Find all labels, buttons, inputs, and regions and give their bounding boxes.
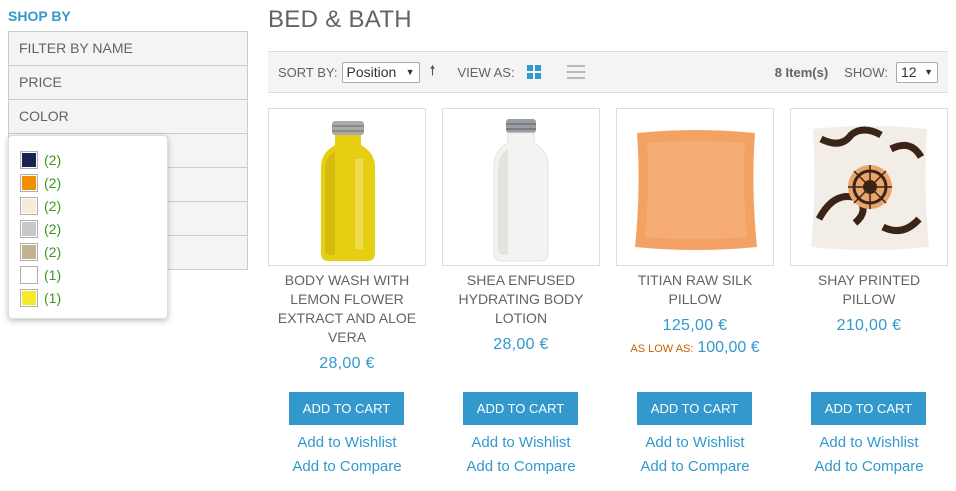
color-swatch[interactable] (20, 150, 38, 169)
product-name[interactable]: SHAY PRINTED PILLOW (790, 271, 948, 309)
filter-price[interactable]: PRICE (8, 65, 248, 100)
product-image-yellow-bottle[interactable] (268, 108, 426, 266)
color-swatch[interactable] (20, 288, 38, 307)
swatch-option-white[interactable]: (1) (20, 263, 167, 286)
product-image-orange-pillow[interactable] (616, 108, 774, 266)
swatch-option-gray[interactable]: (2) (20, 217, 167, 240)
shop-by-heading: SHOP BY (8, 8, 71, 24)
product-image-white-bottle[interactable] (442, 108, 600, 266)
product-image-printed-pillow[interactable] (790, 108, 948, 266)
swatch-count[interactable]: (2) (44, 198, 61, 214)
show-label: SHOW: (844, 64, 888, 80)
product-price: 28,00 € (493, 336, 549, 353)
chevron-down-icon: ▼ (924, 67, 933, 77)
swatch-count[interactable]: (1) (44, 267, 61, 283)
swatch-option-orange[interactable]: (2) (20, 171, 167, 194)
product-price: 28,00 € (319, 355, 375, 372)
filter-name[interactable]: FILTER BY NAME (8, 31, 248, 66)
swatch-option-cream[interactable]: (2) (20, 194, 167, 217)
items-count: 8 Item(s) (774, 64, 829, 80)
add-to-cart-button[interactable]: ADD TO CART (289, 392, 404, 425)
swatch-count[interactable]: (2) (44, 244, 61, 260)
add-to-cart-button[interactable]: ADD TO CART (637, 392, 752, 425)
add-to-wishlist-link[interactable]: Add to Wishlist (790, 434, 948, 451)
price-as-low-as: AS LOW AS: 100,00 € (616, 339, 774, 357)
add-to-wishlist-link[interactable]: Add to Wishlist (268, 434, 426, 451)
add-to-cart-button[interactable]: ADD TO CART (463, 392, 578, 425)
chevron-down-icon: ▼ (405, 67, 415, 77)
add-to-compare-link[interactable]: Add to Compare (616, 458, 774, 475)
view-as-label: VIEW AS: (457, 64, 515, 80)
add-to-compare-link[interactable]: Add to Compare (790, 458, 948, 475)
product-price: 125,00 € (662, 317, 728, 334)
swatch-option-taupe[interactable]: (2) (20, 240, 167, 263)
product-card: SHEA ENFUSED HYDRATING BODY LOTION 28,00… (442, 108, 600, 475)
product-card: BODY WASH WITH LEMON FLOWER EXTRACT AND … (268, 108, 426, 475)
product-name[interactable]: SHEA ENFUSED HYDRATING BODY LOTION (442, 271, 600, 328)
page-title: BED & BATH (268, 6, 412, 33)
product-name[interactable]: TITIAN RAW SILK PILLOW (616, 271, 774, 309)
grid-view-icon[interactable] (526, 65, 541, 79)
swatch-option-yellow[interactable]: (1) (20, 286, 167, 309)
list-view-icon[interactable] (566, 65, 585, 79)
color-swatch[interactable] (20, 265, 38, 284)
swatch-count[interactable]: (2) (44, 221, 61, 237)
add-to-cart-button[interactable]: ADD TO CART (811, 392, 926, 425)
add-to-wishlist-link[interactable]: Add to Wishlist (442, 434, 600, 451)
sort-select[interactable]: Position ▼ (341, 61, 420, 83)
swatch-count[interactable]: (2) (44, 175, 61, 191)
sort-direction-arrow-icon[interactable]: 🠕 (430, 60, 436, 84)
product-price: 210,00 € (836, 317, 902, 334)
as-low-as-label: AS LOW AS: (630, 343, 694, 355)
sort-by-label: SORT BY: (278, 64, 338, 80)
product-card: SHAY PRINTED PILLOW 210,00 € ADD TO CART… (790, 108, 948, 475)
color-swatch[interactable] (20, 196, 38, 215)
as-low-as-price: 100,00 € (697, 339, 760, 356)
swatch-count[interactable]: (2) (44, 152, 61, 168)
product-toolbar: SORT BY: Position ▼ 🠕 VIEW AS: 8 Item(s)… (268, 51, 948, 93)
color-swatch[interactable] (20, 242, 38, 261)
product-name[interactable]: BODY WASH WITH LEMON FLOWER EXTRACT AND … (268, 271, 426, 347)
filter-color[interactable]: COLOR (8, 99, 248, 134)
swatch-option-navy[interactable]: (2) (20, 148, 167, 171)
color-swatch[interactable] (20, 219, 38, 238)
sort-select-value: Position (346, 64, 397, 80)
color-swatch-popup: (2) (2) (2) (2) (2) (1) (1) (8, 135, 168, 319)
color-swatch[interactable] (20, 173, 38, 192)
show-per-page-select[interactable]: 12 ▼ (896, 61, 938, 83)
add-to-wishlist-link[interactable]: Add to Wishlist (616, 434, 774, 451)
add-to-compare-link[interactable]: Add to Compare (442, 458, 600, 475)
product-card: TITIAN RAW SILK PILLOW 125,00 € AS LOW A… (616, 108, 774, 475)
show-select-value: 12 (901, 64, 917, 80)
swatch-count[interactable]: (1) (44, 290, 61, 306)
add-to-compare-link[interactable]: Add to Compare (268, 458, 426, 475)
